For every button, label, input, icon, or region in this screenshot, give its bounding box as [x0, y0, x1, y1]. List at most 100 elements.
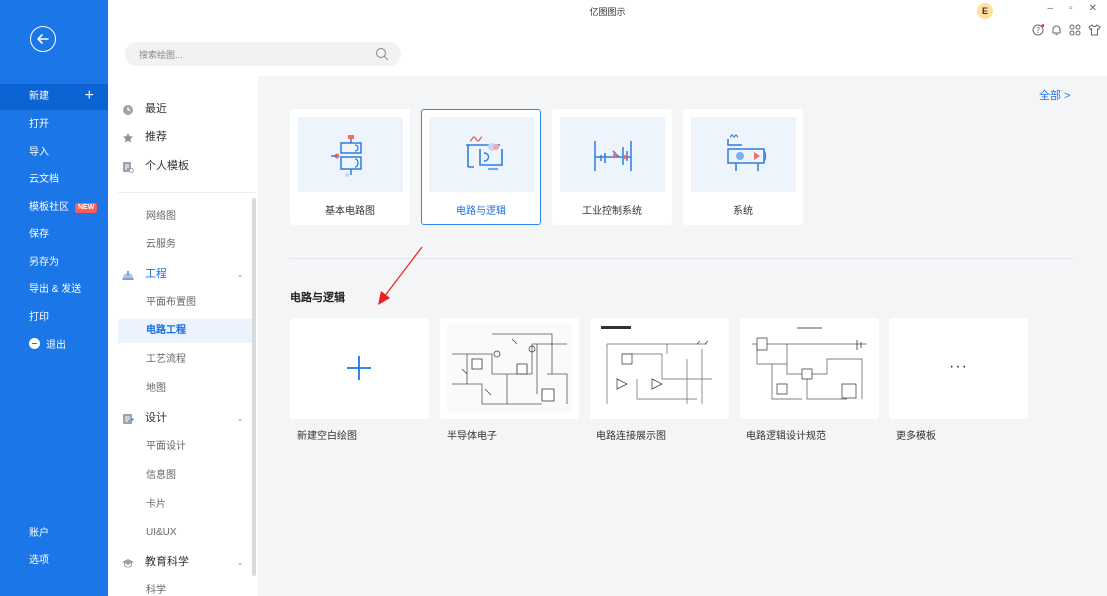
category-personal-templates-label: 个人模板 — [145, 160, 189, 172]
app-title: 亿图图示 — [589, 7, 626, 17]
type-card-system[interactable]: 系统 — [683, 109, 803, 225]
circuit-logic-thumbnail — [429, 117, 534, 192]
star-icon — [122, 130, 134, 143]
category-graphic-design[interactable]: 平面设计 — [118, 435, 256, 459]
left-rail: 新建 + 打开 导入 云文档 模板社区 NEW 保存 另存为 导出 & 发送 打印… — [0, 0, 108, 596]
view-all-link[interactable]: 全部 > — [1039, 87, 1070, 103]
rail-import-label: 导入 — [29, 147, 49, 158]
rail-save-as[interactable]: 另存为 — [0, 250, 108, 276]
category-recommended-label: 推荐 — [145, 131, 167, 143]
rail-exit-label: 退出 — [46, 340, 66, 351]
rail-new-label: 新建 — [29, 91, 49, 102]
more-icon: ··· — [949, 358, 968, 375]
category-recent[interactable]: 最近 — [108, 98, 258, 120]
type-card-basic-circuit[interactable]: 基本电路图 — [290, 109, 410, 225]
category-circuit-engineering-label: 电路工程 — [146, 325, 186, 336]
category-engineering-label: 工程 — [145, 268, 167, 280]
svg-text:?: ? — [1036, 26, 1040, 35]
user-avatar[interactable]: E — [977, 3, 993, 19]
engineering-icon — [122, 267, 134, 280]
plus-icon: + — [84, 87, 94, 104]
rail-cloud-docs[interactable]: 云文档 — [0, 167, 108, 193]
new-badge: NEW — [75, 203, 98, 213]
type-card-circuit-logic[interactable]: 电路与逻辑 — [421, 109, 541, 225]
category-cloud-service[interactable]: 云服务 — [118, 233, 256, 257]
category-floor-plan[interactable]: 平面布置图 — [118, 291, 256, 315]
category-network-diagram-label: 网络图 — [146, 211, 176, 222]
category-process-flow-label: 工艺流程 — [146, 354, 186, 365]
help-icon[interactable]: ? — [1032, 24, 1045, 39]
back-arrow-icon[interactable] — [30, 26, 56, 52]
header: 亿图图示 搜索绘图... E – ▫ ✕ ? — [108, 0, 1107, 76]
type-card-industrial-control[interactable]: 工业控制系统 — [552, 109, 672, 225]
circuit-connection-preview — [597, 324, 722, 412]
rail-print[interactable]: 打印 — [0, 305, 108, 331]
template-circuit-connection-label: 电路连接展示图 — [596, 431, 666, 442]
rail-account-label: 账户 — [29, 528, 49, 539]
template-semiconductor-label: 半导体电子 — [447, 431, 497, 442]
red-arrow-annotation — [378, 246, 423, 305]
category-map[interactable]: 地图 — [118, 377, 256, 401]
category-process-flow[interactable]: 工艺流程 — [118, 348, 256, 372]
category-scrollbar[interactable] — [252, 198, 256, 576]
search-placeholder: 搜索绘图... — [139, 50, 183, 60]
template-card-blank[interactable] — [290, 318, 429, 419]
category-infographic-label: 信息图 — [146, 470, 176, 481]
category-graphic-design-label: 平面设计 — [146, 441, 186, 452]
minimize-icon[interactable]: – — [1048, 3, 1054, 14]
chevron-down-icon: ⌄ — [236, 269, 244, 279]
semiconductor-preview — [447, 324, 572, 412]
rail-options[interactable]: 选项 — [0, 548, 108, 574]
restore-icon[interactable]: ▫ — [1069, 3, 1073, 14]
category-infographic[interactable]: 信息图 — [118, 464, 256, 488]
category-cloud-service-label: 云服务 — [146, 239, 176, 250]
template-card-semiconductor[interactable] — [440, 318, 579, 419]
rail-export-send[interactable]: 导出 & 发送 — [0, 277, 108, 303]
category-group-design[interactable]: 设计 ⌄ — [108, 407, 258, 429]
category-science-label: 科学 — [146, 585, 166, 596]
template-card-circuit-connection[interactable] — [590, 318, 729, 419]
section-title: 电路与逻辑 — [290, 292, 345, 304]
search-input[interactable]: 搜索绘图... — [125, 42, 401, 66]
rail-open[interactable]: 打开 — [0, 112, 108, 138]
chevron-down-icon: ⌄ — [236, 413, 244, 423]
rail-new[interactable]: 新建 + — [0, 84, 108, 110]
apps-icon[interactable] — [1069, 24, 1081, 39]
category-recommended[interactable]: 推荐 — [108, 126, 258, 148]
category-personal-templates[interactable]: 个人模板 — [108, 155, 258, 177]
category-panel: 最近 推荐 个人模板 网络图 云服务 工程 ⌄ 平面布置图 电路工程 工艺流程 … — [108, 76, 258, 596]
theme-shirt-icon[interactable] — [1088, 24, 1101, 39]
rail-import[interactable]: 导入 — [0, 140, 108, 166]
industrial-control-thumbnail — [560, 117, 665, 192]
rail-print-label: 打印 — [29, 312, 49, 323]
bell-icon[interactable] — [1051, 24, 1062, 39]
category-recent-label: 最近 — [145, 103, 167, 115]
rail-save[interactable]: 保存 — [0, 222, 108, 248]
close-icon[interactable]: ✕ — [1089, 3, 1097, 14]
category-network-diagram[interactable]: 网络图 — [118, 205, 256, 229]
category-science[interactable]: 科学 — [118, 579, 256, 596]
circuit-logic-spec-preview — [747, 324, 872, 412]
search-icon[interactable] — [375, 47, 389, 64]
personal-template-icon — [122, 159, 134, 173]
rail-template-community[interactable]: 模板社区 NEW — [0, 195, 108, 221]
clock-icon — [122, 102, 134, 115]
category-card[interactable]: 卡片 — [118, 493, 256, 517]
rail-export-send-label: 导出 & 发送 — [29, 284, 82, 295]
category-group-education[interactable]: 教育科学 ⌄ — [108, 551, 258, 573]
rail-options-label: 选项 — [29, 555, 49, 566]
template-card-circuit-logic-spec[interactable] — [740, 318, 879, 419]
type-industrial-control-label: 工业控制系统 — [582, 206, 642, 217]
education-icon — [122, 555, 134, 568]
rail-account[interactable]: 账户 — [0, 521, 108, 547]
template-card-more[interactable]: ··· — [889, 318, 1028, 419]
rail-exit[interactable]: 退出 — [0, 333, 108, 359]
category-circuit-engineering[interactable]: 电路工程 — [118, 319, 256, 343]
category-floor-plan-label: 平面布置图 — [146, 297, 196, 308]
category-group-engineering[interactable]: 工程 ⌄ — [108, 263, 258, 285]
category-ui-ux-label: UI&UX — [146, 527, 177, 538]
type-basic-circuit-label: 基本电路图 — [325, 206, 375, 217]
rail-save-as-label: 另存为 — [29, 257, 59, 268]
design-icon — [122, 411, 135, 424]
category-ui-ux[interactable]: UI&UX — [118, 521, 256, 545]
